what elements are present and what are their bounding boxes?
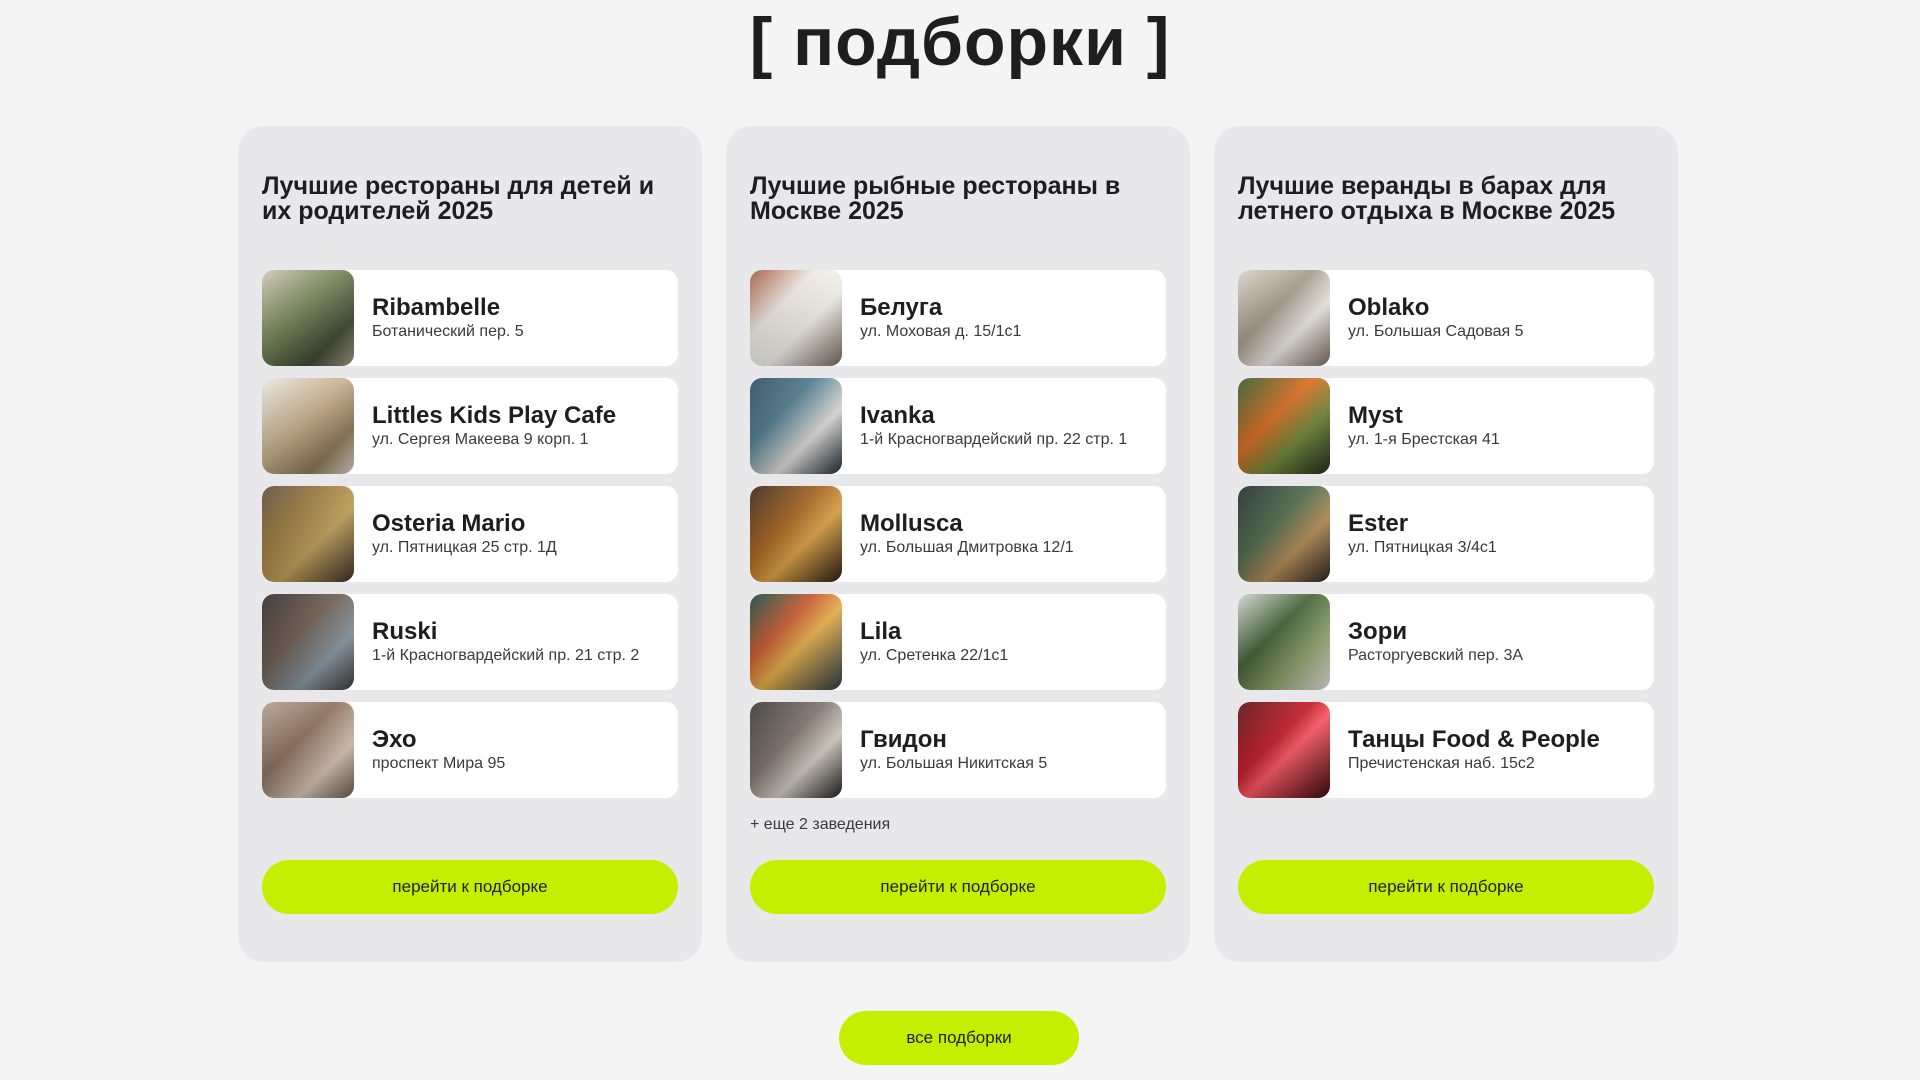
venue-photo — [1238, 486, 1330, 582]
venue-item[interactable]: Littles Kids Play Cafe ул. Сергея Макеев… — [262, 378, 678, 474]
collection-card: Лучшие рыбные рестораны в Москве 2025 Бе… — [726, 126, 1190, 962]
venue-name: Зори — [1348, 618, 1408, 645]
venue-photo — [262, 594, 354, 690]
venue-address: Ботанический пер. 5 — [372, 323, 524, 340]
venue-name: Ester — [1348, 510, 1409, 537]
venue-item[interactable]: Myst ул. 1-я Брестская 41 — [1238, 378, 1654, 474]
venue-address: ул. 1-я Брестская 41 — [1348, 431, 1500, 448]
venue-item[interactable]: Гвидон ул. Большая Никитская 5 — [750, 702, 1166, 798]
venue-list: Ribambelle Ботанический пер. 5 Littles K… — [262, 270, 678, 810]
venue-address: ул. Пятницкая 3/4с1 — [1348, 539, 1497, 556]
venue-name: Белуга — [860, 294, 943, 321]
venue-photo — [750, 486, 842, 582]
venue-item[interactable]: Эхо проспект Мира 95 — [262, 702, 678, 798]
venue-photo — [262, 486, 354, 582]
venue-name: Littles Kids Play Cafe — [372, 402, 617, 429]
venue-address: проспект Мира 95 — [372, 755, 506, 772]
collection-card: Лучшие веранды в барах для летнего отдых… — [1214, 126, 1678, 962]
all-collections-button[interactable]: все подборки — [839, 1011, 1079, 1065]
venue-photo — [1238, 702, 1330, 798]
venue-photo — [262, 270, 354, 366]
open-collection-button[interactable]: перейти к подборке — [1238, 860, 1654, 914]
venue-photo — [262, 378, 354, 474]
venue-item[interactable]: Ivanka 1-й Красногвардейский пр. 22 стр.… — [750, 378, 1166, 474]
venue-name: Mollusca — [860, 510, 963, 537]
collection-title: Лучшие веранды в барах для летнего отдых… — [1238, 172, 1616, 225]
venue-address: ул. Сергея Макеева 9 корп. 1 — [372, 431, 589, 448]
venue-photo — [1238, 270, 1330, 366]
venue-item[interactable]: Ester ул. Пятницкая 3/4с1 — [1238, 486, 1654, 582]
venue-photo — [750, 702, 842, 798]
venue-item[interactable]: Osteria Mario ул. Пятницкая 25 стр. 1Д — [262, 486, 678, 582]
venue-photo — [1238, 378, 1330, 474]
venue-name: Танцы Food & People — [1348, 726, 1600, 753]
venue-name: Ruski — [372, 618, 438, 645]
venue-item[interactable]: Ribambelle Ботанический пер. 5 — [262, 270, 678, 366]
venue-address: 1-й Красногвардейский пр. 22 стр. 1 — [860, 431, 1128, 448]
venue-address: Расторгуевский пер. 3А — [1348, 647, 1524, 664]
collection-card: Лучшие рестораны для детей и их родителе… — [238, 126, 702, 962]
venue-address: ул. Большая Садовая 5 — [1348, 323, 1524, 340]
open-collection-button[interactable]: перейти к подборке — [750, 860, 1166, 914]
venue-list: Oblako ул. Большая Садовая 5 Myst ул. 1-… — [1238, 270, 1654, 810]
venue-address: 1-й Красногвардейский пр. 21 стр. 2 — [372, 647, 640, 664]
venue-address: ул. Большая Дмитровка 12/1 — [860, 539, 1074, 556]
venue-address: ул. Большая Никитская 5 — [860, 755, 1048, 772]
venue-photo — [750, 594, 842, 690]
venue-item[interactable]: Зори Расторгуевский пер. 3А — [1238, 594, 1654, 690]
venue-item[interactable]: Танцы Food & People Пречистенская наб. 1… — [1238, 702, 1654, 798]
venue-address: ул. Пятницкая 25 стр. 1Д — [372, 539, 557, 556]
venue-list: Белуга ул. Моховая д. 15/1с1 Ivanka 1-й … — [750, 270, 1166, 810]
venue-name: Lila — [860, 618, 902, 645]
venue-address: Пречистенская наб. 15с2 — [1348, 755, 1535, 772]
venue-name: Myst — [1348, 402, 1403, 429]
venue-photo — [750, 378, 842, 474]
collection-title: Лучшие рестораны для детей и их родителе… — [262, 172, 655, 225]
venue-photo — [1238, 594, 1330, 690]
venue-item[interactable]: Lila ул. Сретенка 22/1с1 — [750, 594, 1166, 690]
venue-photo — [262, 702, 354, 798]
open-collection-button[interactable]: перейти к подборке — [262, 860, 678, 914]
venue-item[interactable]: Ruski 1-й Красногвардейский пр. 21 стр. … — [262, 594, 678, 690]
venue-name: Ivanka — [860, 402, 935, 429]
more-venues-note: + еще 2 заведения — [750, 816, 891, 833]
collection-title: Лучшие рыбные рестораны в Москве 2025 — [750, 172, 1121, 225]
venue-name: Osteria Mario — [372, 510, 526, 537]
venue-name: Гвидон — [860, 726, 947, 753]
venue-photo — [750, 270, 842, 366]
venue-name: Oblako — [1348, 294, 1430, 321]
venue-item[interactable]: Белуга ул. Моховая д. 15/1с1 — [750, 270, 1166, 366]
venue-address: ул. Моховая д. 15/1с1 — [860, 323, 1022, 340]
venue-item[interactable]: Mollusca ул. Большая Дмитровка 12/1 — [750, 486, 1166, 582]
venue-name: Ribambelle — [372, 294, 501, 321]
venue-address: ул. Сретенка 22/1с1 — [860, 647, 1009, 664]
venue-name: Эхо — [372, 726, 417, 753]
collections-grid: Лучшие рестораны для детей и их родителе… — [238, 126, 1678, 962]
page-title: [ подборки ] — [749, 4, 1171, 80]
venue-item[interactable]: Oblako ул. Большая Садовая 5 — [1238, 270, 1654, 366]
